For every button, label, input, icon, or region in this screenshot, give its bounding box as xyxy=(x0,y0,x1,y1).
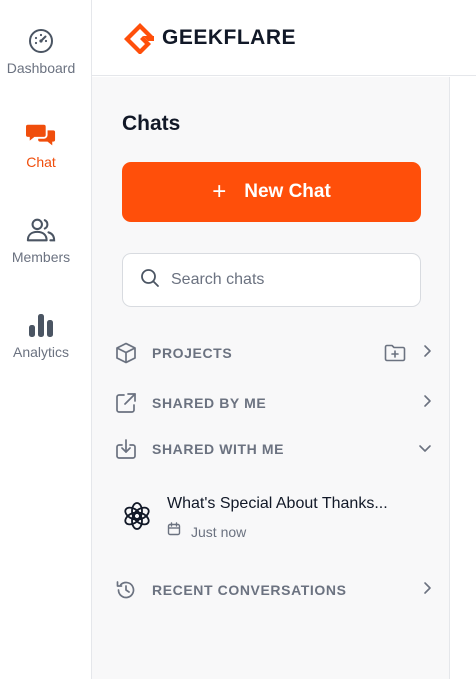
new-chat-label: New Chat xyxy=(244,181,331,202)
history-icon xyxy=(114,578,138,602)
cube-icon xyxy=(114,341,138,365)
section-label: PROJECTS xyxy=(152,345,233,361)
chat-title: What's Special About Thanks... xyxy=(167,495,388,512)
shared-chat-item[interactable]: What's Special About Thanks... Just now xyxy=(122,489,422,545)
new-folder-icon[interactable] xyxy=(384,344,406,362)
section-label: SHARED WITH ME xyxy=(152,441,285,457)
search-box[interactable] xyxy=(122,253,421,307)
top-header: GEEKFLARE xyxy=(92,0,476,76)
nav-item-chat[interactable]: Chat xyxy=(0,120,82,170)
section-shared-with-me[interactable]: SHARED WITH ME xyxy=(114,434,432,464)
left-nav-rail: Dashboard Chat Members Analytics xyxy=(0,0,92,679)
nav-item-members[interactable]: Members xyxy=(0,215,82,265)
gauge-icon xyxy=(26,26,56,56)
section-shared-by-me[interactable]: SHARED BY ME xyxy=(114,388,432,418)
plus-icon: + xyxy=(212,178,227,205)
search-icon xyxy=(140,268,160,293)
geekflare-logo[interactable]: GEEKFLARE xyxy=(123,22,296,54)
download-tray-icon xyxy=(114,437,138,461)
nav-item-label: Chat xyxy=(26,154,56,170)
nav-item-label: Members xyxy=(11,249,71,265)
search-input[interactable] xyxy=(171,271,401,289)
chat-timestamp: Just now xyxy=(191,523,247,540)
brand-name: GEEKFLARE xyxy=(162,26,297,49)
chevron-down-icon[interactable] xyxy=(418,440,432,458)
chevron-right-icon[interactable] xyxy=(422,344,432,363)
external-link-icon xyxy=(114,391,138,415)
panel-title: Chats xyxy=(122,112,181,135)
nav-item-label: Analytics xyxy=(12,344,70,360)
chat-bubbles-icon xyxy=(26,120,56,150)
geekflare-logo-icon xyxy=(124,23,154,54)
calendar-icon xyxy=(167,522,181,541)
users-icon xyxy=(26,215,56,245)
section-label: SHARED BY ME xyxy=(152,395,267,411)
chats-panel: Chats + New Chat PROJECTS xyxy=(92,77,450,679)
openai-icon xyxy=(122,501,152,531)
section-label: RECENT CONVERSATIONS xyxy=(152,582,347,598)
section-projects[interactable]: PROJECTS xyxy=(114,338,432,368)
chevron-right-icon[interactable] xyxy=(422,581,432,600)
nav-item-dashboard[interactable]: Dashboard xyxy=(0,26,82,76)
section-recent-conversations[interactable]: RECENT CONVERSATIONS xyxy=(114,575,432,605)
nav-item-analytics[interactable]: Analytics xyxy=(0,310,82,360)
nav-item-label: Dashboard xyxy=(6,60,76,76)
chevron-right-icon[interactable] xyxy=(422,394,432,413)
new-chat-button[interactable]: + New Chat xyxy=(122,162,421,222)
bar-chart-icon xyxy=(26,310,56,340)
